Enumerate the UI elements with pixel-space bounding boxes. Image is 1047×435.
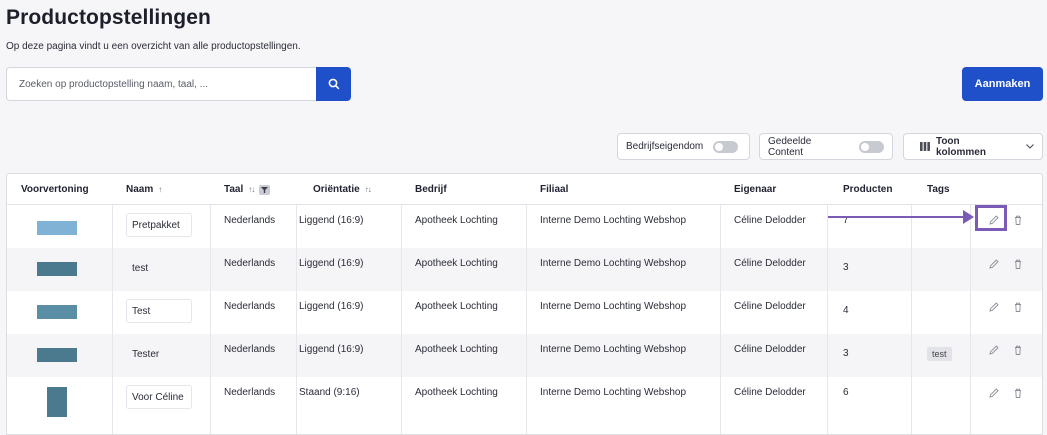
search-bar xyxy=(6,67,351,101)
company-property-filter[interactable]: Bedrijfseigendom xyxy=(617,133,750,160)
company-cell: Apotheek Lochting xyxy=(415,344,498,355)
table-header: Voorvertoning Naam ↑ Taal ↑↓ Oriëntatie ↑↓ … xyxy=(7,174,1042,205)
owner-cell: Céline Delodder xyxy=(734,387,806,398)
delete-icon[interactable] xyxy=(1012,344,1024,356)
table-row[interactable]: Test Nederlands Liggend (16:9) Apotheek … xyxy=(7,291,1042,334)
products-cell: 6 xyxy=(843,387,849,398)
name-cell: Test xyxy=(126,299,192,323)
header-name[interactable]: Naam ↑ xyxy=(126,184,162,195)
orientation-cell: Liggend (16:9) xyxy=(299,344,364,355)
filter-icon[interactable] xyxy=(259,184,271,195)
language-cell: Nederlands xyxy=(224,344,276,355)
delete-icon[interactable] xyxy=(1012,387,1024,399)
branch-cell: Interne Demo Lochting Webshop xyxy=(540,301,687,312)
delete-icon[interactable] xyxy=(1012,258,1024,270)
tag-badge: test xyxy=(927,347,952,361)
language-cell: Nederlands xyxy=(224,258,276,269)
annotation-highlight-box xyxy=(975,205,1007,231)
shared-content-filter[interactable]: Gedeelde Content xyxy=(759,133,893,160)
company-cell: Apotheek Lochting xyxy=(415,387,498,398)
sort-icon[interactable]: ↑ xyxy=(158,185,162,194)
header-branch: Filiaal xyxy=(540,184,569,195)
branch-cell: Interne Demo Lochting Webshop xyxy=(540,215,687,226)
products-cell: 4 xyxy=(843,305,849,316)
company-property-toggle[interactable] xyxy=(713,140,739,153)
name-cell: Voor Céline xyxy=(126,385,192,409)
owner-cell: Céline Delodder xyxy=(734,258,806,269)
language-cell: Nederlands xyxy=(224,387,276,398)
name-cell: test xyxy=(132,262,149,274)
preview-thumbnail xyxy=(37,221,77,235)
language-cell: Nederlands xyxy=(224,215,276,226)
preview-thumbnail xyxy=(47,387,67,417)
header-language[interactable]: Taal ↑↓ xyxy=(224,184,271,195)
preview-thumbnail xyxy=(37,348,77,362)
columns-button[interactable]: Toon kolommen xyxy=(903,133,1043,160)
product-setups-table: Voorvertoning Naam ↑ Taal ↑↓ Oriëntatie ↑↓ … xyxy=(6,173,1043,435)
edit-icon[interactable] xyxy=(988,301,1000,313)
sort-icon[interactable]: ↑↓ xyxy=(365,185,372,194)
annotation-arrow-line xyxy=(828,216,968,218)
delete-icon[interactable] xyxy=(1012,214,1024,226)
header-preview: Voorvertoning xyxy=(21,184,89,195)
company-cell: Apotheek Lochting xyxy=(415,215,498,226)
owner-cell: Céline Delodder xyxy=(734,344,806,355)
header-orientation[interactable]: Oriëntatie ↑↓ xyxy=(313,184,372,195)
products-cell: 3 xyxy=(843,348,849,359)
table-row[interactable]: Pretpakket Nederlands Liggend (16:9) Apo… xyxy=(7,205,1042,248)
annotation-arrow-head xyxy=(963,210,974,224)
table-row[interactable]: Tester Nederlands Liggend (16:9) Apothee… xyxy=(7,334,1042,377)
branch-cell: Interne Demo Lochting Webshop xyxy=(540,387,687,398)
edit-icon[interactable] xyxy=(988,258,1000,270)
owner-cell: Céline Delodder xyxy=(734,215,806,226)
page-title: Productopstellingen xyxy=(6,6,211,29)
company-cell: Apotheek Lochting xyxy=(415,258,498,269)
search-icon xyxy=(328,78,339,90)
chevron-down-icon xyxy=(1026,144,1034,149)
page-subtitle: Op deze pagina vindt u een overzicht van… xyxy=(6,41,301,52)
table-row[interactable]: test Nederlands Liggend (16:9) Apotheek … xyxy=(7,248,1042,291)
sort-icon[interactable]: ↑↓ xyxy=(248,185,255,194)
orientation-cell: Liggend (16:9) xyxy=(299,258,364,269)
company-property-label: Bedrijfseigendom xyxy=(626,141,704,152)
table-row[interactable]: Voor Céline Nederlands Staand (9:16) Apo… xyxy=(7,377,1042,434)
create-button[interactable]: Aanmaken xyxy=(962,67,1043,101)
header-products: Producten xyxy=(843,184,893,195)
header-owner: Eigenaar xyxy=(734,184,777,195)
search-button[interactable] xyxy=(316,67,351,101)
orientation-cell: Liggend (16:9) xyxy=(299,215,364,226)
columns-label: Toon kolommen xyxy=(935,135,986,158)
edit-icon[interactable] xyxy=(988,344,1000,356)
name-cell: Tester xyxy=(132,348,160,360)
branch-cell: Interne Demo Lochting Webshop xyxy=(540,258,687,269)
branch-cell: Interne Demo Lochting Webshop xyxy=(540,344,687,355)
name-cell: Pretpakket xyxy=(126,213,192,237)
columns-icon xyxy=(920,142,930,151)
language-cell: Nederlands xyxy=(224,301,276,312)
shared-content-label: Gedeelde Content xyxy=(768,135,812,158)
header-company: Bedrijf xyxy=(415,184,447,195)
orientation-cell: Staand (9:16) xyxy=(299,387,360,398)
header-tags: Tags xyxy=(927,184,950,195)
products-cell: 3 xyxy=(843,262,849,273)
orientation-cell: Liggend (16:9) xyxy=(299,301,364,312)
edit-icon[interactable] xyxy=(988,387,1000,399)
search-input[interactable] xyxy=(6,67,316,101)
preview-thumbnail xyxy=(37,262,77,276)
owner-cell: Céline Delodder xyxy=(734,301,806,312)
preview-thumbnail xyxy=(37,305,77,319)
company-cell: Apotheek Lochting xyxy=(415,301,498,312)
shared-content-toggle[interactable] xyxy=(859,140,884,153)
delete-icon[interactable] xyxy=(1012,301,1024,313)
